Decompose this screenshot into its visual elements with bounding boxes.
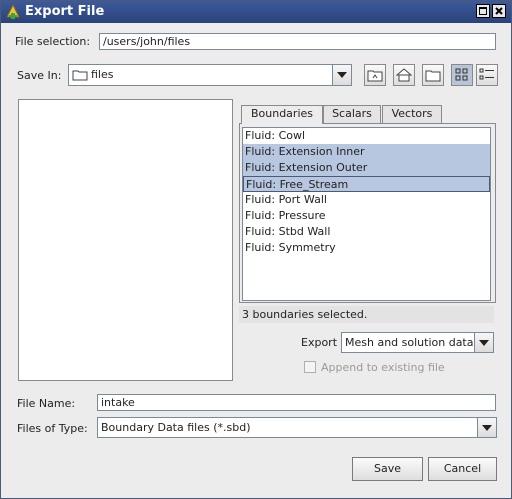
close-icon — [495, 7, 503, 15]
save-in-combo[interactable]: files — [68, 64, 352, 86]
tab-vectors[interactable]: Vectors — [382, 105, 442, 123]
list-item[interactable]: Fluid: Port Wall — [243, 192, 490, 208]
details-view-icon — [479, 68, 494, 80]
file-selection-field[interactable]: /users/john/files — [99, 33, 496, 50]
file-selection-label: File selection: — [15, 35, 91, 48]
folder-icon — [72, 70, 88, 81]
save-in-dropdown-arrow[interactable] — [332, 65, 351, 85]
file-list[interactable] — [18, 99, 233, 381]
list-view-icon — [455, 68, 468, 81]
append-label: Append to existing file — [321, 361, 445, 374]
append-checkbox[interactable] — [304, 361, 316, 373]
files-of-type-combo[interactable]: Boundary Data files (*.sbd) — [97, 417, 497, 438]
maximize-icon — [479, 7, 487, 15]
up-one-level-button[interactable] — [364, 64, 386, 86]
boundaries-list[interactable]: Fluid: Cowl Fluid: Extension Inner Fluid… — [242, 127, 491, 301]
export-label: Export — [301, 336, 338, 349]
export-value: Mesh and solution data — [345, 336, 474, 349]
files-of-type-value: Boundary Data files (*.sbd) — [101, 421, 251, 434]
home-button[interactable] — [393, 64, 415, 86]
files-of-type-label: Files of Type: — [17, 422, 88, 435]
export-dropdown-arrow[interactable] — [474, 333, 493, 352]
details-view-button[interactable] — [476, 64, 498, 86]
list-item[interactable]: Fluid: Stbd Wall — [243, 224, 490, 240]
maximize-button[interactable] — [476, 4, 490, 18]
list-item[interactable]: Fluid: Extension Outer — [243, 160, 490, 176]
up-folder-icon — [367, 70, 383, 82]
list-view-button[interactable] — [451, 64, 473, 86]
home-icon — [396, 68, 412, 82]
save-in-label: Save In: — [17, 69, 62, 82]
export-combo[interactable]: Mesh and solution data — [341, 332, 494, 353]
list-item[interactable]: Fluid: Pressure — [243, 208, 490, 224]
list-item[interactable]: Fluid: Extension Inner — [243, 144, 490, 160]
list-item[interactable]: Fluid: Cowl — [243, 128, 490, 144]
cancel-button[interactable]: Cancel — [428, 457, 497, 481]
close-button[interactable] — [492, 4, 506, 18]
new-folder-button[interactable] — [422, 64, 444, 86]
tab-scalars[interactable]: Scalars — [323, 105, 381, 123]
list-item[interactable]: Fluid: Free_Stream — [243, 176, 490, 192]
file-name-field[interactable]: intake — [97, 394, 496, 411]
save-in-value: files — [91, 68, 114, 81]
app-icon — [6, 4, 20, 19]
file-name-label: File Name: — [17, 397, 76, 410]
files-of-type-dropdown-arrow[interactable] — [477, 418, 496, 437]
save-button[interactable]: Save — [352, 457, 423, 481]
selection-status: 3 boundaries selected. — [239, 306, 494, 323]
export-file-dialog: Export File File selection: /users/john/… — [0, 0, 512, 499]
title-bar[interactable]: Export File — [1, 1, 511, 23]
tab-boundaries[interactable]: Boundaries — [241, 105, 323, 124]
list-item[interactable]: Fluid: Symmetry — [243, 240, 490, 256]
new-folder-icon — [425, 70, 441, 82]
window-title: Export File — [25, 4, 105, 19]
